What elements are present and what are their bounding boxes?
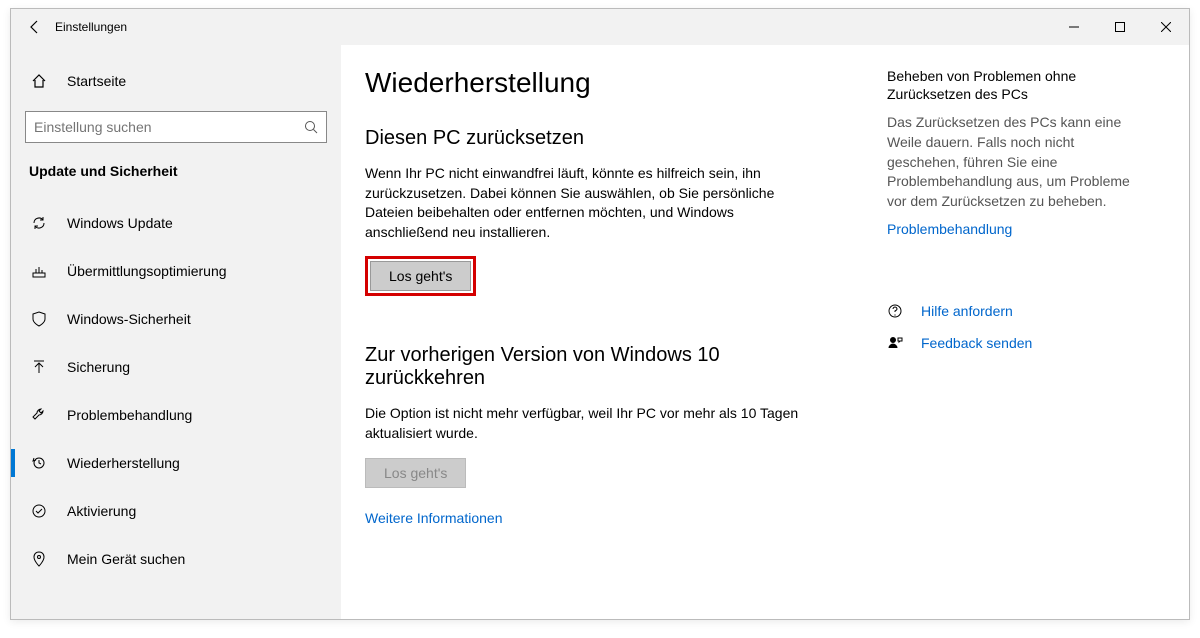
- reset-heading: Diesen PC zurücksetzen: [365, 127, 871, 150]
- settings-window: Einstellungen Startseite Update und Sich…: [10, 8, 1190, 620]
- main-content: Wiederherstellung Diesen PC zurücksetzen…: [341, 45, 1189, 619]
- troubleshoot-link[interactable]: Problembehandlung: [887, 221, 1012, 237]
- sidebar: Startseite Update und Sicherheit Windows…: [11, 45, 341, 619]
- optimization-icon: [29, 263, 49, 279]
- location-icon: [29, 551, 49, 567]
- close-button[interactable]: [1143, 9, 1189, 45]
- reset-body: Wenn Ihr PC nicht einwandfrei läuft, kön…: [365, 164, 805, 242]
- troubleshoot-body: Das Zurücksetzen des PCs kann eine Weile…: [887, 113, 1131, 211]
- sidebar-item-troubleshoot[interactable]: Problembehandlung: [11, 391, 341, 439]
- revert-heading: Zur vorherigen Version von Windows 10 zu…: [365, 344, 765, 390]
- sidebar-item-windows-update[interactable]: Windows Update: [11, 199, 341, 247]
- feedback-icon: [887, 335, 907, 351]
- minimize-button[interactable]: [1051, 9, 1097, 45]
- titlebar: Einstellungen: [11, 9, 1189, 45]
- home-nav[interactable]: Startseite: [11, 59, 341, 103]
- shield-icon: [29, 311, 49, 327]
- category-title: Update und Sicherheit: [11, 159, 341, 199]
- help-link[interactable]: Hilfe anfordern: [921, 303, 1013, 319]
- search-input[interactable]: [34, 119, 304, 135]
- home-label: Startseite: [67, 73, 126, 89]
- sidebar-item-label: Windows-Sicherheit: [67, 311, 191, 327]
- sidebar-item-delivery-optimization[interactable]: Übermittlungsoptimierung: [11, 247, 341, 295]
- backup-icon: [29, 359, 49, 375]
- revert-body: Die Option ist nicht mehr verfügbar, wei…: [365, 404, 805, 443]
- home-icon: [29, 73, 49, 89]
- recovery-icon: [29, 455, 49, 471]
- troubleshoot-heading: Beheben von Problemen ohne Zurücksetzen …: [887, 67, 1131, 103]
- sidebar-item-label: Übermittlungsoptimierung: [67, 263, 227, 279]
- sidebar-item-label: Aktivierung: [67, 503, 136, 519]
- search-box[interactable]: [25, 111, 327, 143]
- search-icon: [304, 120, 318, 134]
- feedback-link[interactable]: Feedback senden: [921, 335, 1032, 351]
- reset-start-button[interactable]: Los geht's: [370, 261, 471, 291]
- back-button[interactable]: [17, 9, 53, 45]
- sidebar-item-backup[interactable]: Sicherung: [11, 343, 341, 391]
- sidebar-item-recovery[interactable]: Wiederherstellung: [11, 439, 341, 487]
- sidebar-item-windows-security[interactable]: Windows-Sicherheit: [11, 295, 341, 343]
- page-title: Wiederherstellung: [365, 67, 871, 99]
- sidebar-item-label: Mein Gerät suchen: [67, 551, 185, 567]
- sidebar-item-activation[interactable]: Aktivierung: [11, 487, 341, 535]
- right-panel: Beheben von Problemen ohne Zurücksetzen …: [871, 67, 1151, 619]
- sidebar-item-label: Problembehandlung: [67, 407, 192, 423]
- revert-start-button: Los geht's: [365, 458, 466, 488]
- wrench-icon: [29, 407, 49, 423]
- activation-icon: [29, 503, 49, 519]
- more-info-link[interactable]: Weitere Informationen: [365, 510, 502, 526]
- sync-icon: [29, 215, 49, 231]
- sidebar-item-label: Sicherung: [67, 359, 130, 375]
- highlight-annotation: Los geht's: [365, 256, 476, 296]
- help-icon: [887, 303, 907, 319]
- sidebar-item-label: Windows Update: [67, 215, 173, 231]
- sidebar-item-find-device[interactable]: Mein Gerät suchen: [11, 535, 341, 583]
- app-title: Einstellungen: [55, 20, 127, 34]
- maximize-button[interactable]: [1097, 9, 1143, 45]
- sidebar-item-label: Wiederherstellung: [67, 455, 180, 471]
